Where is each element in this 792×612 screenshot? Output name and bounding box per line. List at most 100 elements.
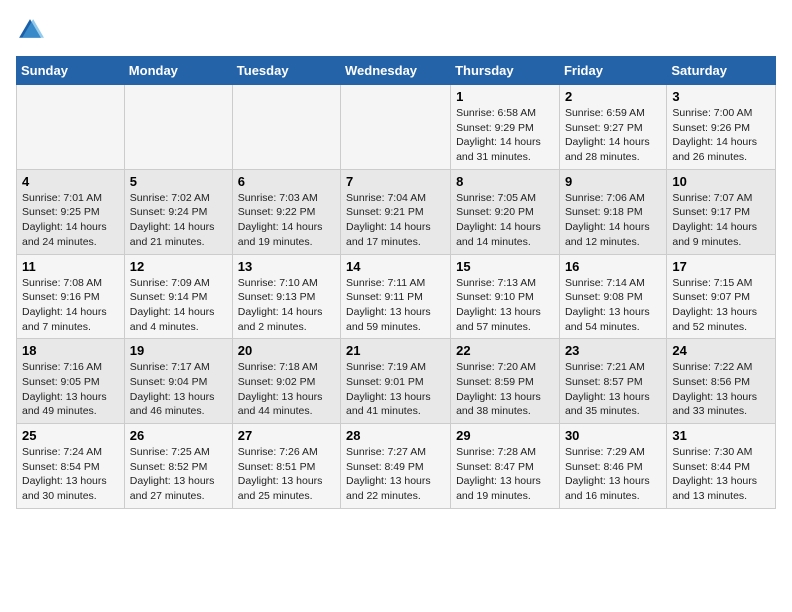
calendar-cell: 10 Sunrise: 7:07 AMSunset: 9:17 PMDayligh…: [667, 169, 776, 254]
day-number: 8: [456, 174, 554, 189]
calendar-cell: 7 Sunrise: 7:04 AMSunset: 9:21 PMDaylight…: [341, 169, 451, 254]
day-info: Sunrise: 7:24 AMSunset: 8:54 PMDaylight:…: [22, 445, 119, 504]
day-number: 7: [346, 174, 445, 189]
day-info: Sunrise: 7:22 AMSunset: 8:56 PMDaylight:…: [672, 360, 770, 419]
day-number: 11: [22, 259, 119, 274]
weekday-header-tuesday: Tuesday: [232, 57, 340, 85]
calendar-cell: 4 Sunrise: 7:01 AMSunset: 9:25 PMDaylight…: [17, 169, 125, 254]
weekday-header-wednesday: Wednesday: [341, 57, 451, 85]
day-info: Sunrise: 7:09 AMSunset: 9:14 PMDaylight:…: [130, 276, 227, 335]
calendar-cell: 26Sunrise: 7:25 AMSunset: 8:52 PMDayligh…: [124, 424, 232, 509]
page-header: [16, 16, 776, 44]
day-number: 12: [130, 259, 227, 274]
day-number: 13: [238, 259, 335, 274]
calendar-cell: 28Sunrise: 7:27 AMSunset: 8:49 PMDayligh…: [341, 424, 451, 509]
calendar-cell: 13 Sunrise: 7:10 AMSunset: 9:13 PMDayligh…: [232, 254, 340, 339]
calendar-cell: [341, 85, 451, 170]
day-info: Sunrise: 7:08 AMSunset: 9:16 PMDaylight:…: [22, 276, 119, 335]
day-number: 31: [672, 428, 770, 443]
day-number: 16: [565, 259, 661, 274]
weekday-header-sunday: Sunday: [17, 57, 125, 85]
day-number: 17: [672, 259, 770, 274]
day-info: Sunrise: 7:28 AMSunset: 8:47 PMDaylight:…: [456, 445, 554, 504]
calendar-cell: 15 Sunrise: 7:13 AMSunset: 9:10 PMDayligh…: [451, 254, 560, 339]
day-number: 1: [456, 89, 554, 104]
day-number: 21: [346, 343, 445, 358]
day-number: 19: [130, 343, 227, 358]
day-info: Sunrise: 7:13 AMSunset: 9:10 PMDaylight:…: [456, 276, 554, 335]
calendar-cell: 3 Sunrise: 7:00 AMSunset: 9:26 PMDaylight…: [667, 85, 776, 170]
day-info: Sunrise: 7:04 AMSunset: 9:21 PMDaylight:…: [346, 191, 445, 250]
day-number: 23: [565, 343, 661, 358]
weekday-header-thursday: Thursday: [451, 57, 560, 85]
day-info: Sunrise: 7:02 AMSunset: 9:24 PMDaylight:…: [130, 191, 227, 250]
day-number: 30: [565, 428, 661, 443]
calendar-cell: 2 Sunrise: 6:59 AMSunset: 9:27 PMDaylight…: [559, 85, 666, 170]
day-number: 10: [672, 174, 770, 189]
week-row-3: 11 Sunrise: 7:08 AMSunset: 9:16 PMDayligh…: [17, 254, 776, 339]
calendar-cell: 11 Sunrise: 7:08 AMSunset: 9:16 PMDayligh…: [17, 254, 125, 339]
day-info: Sunrise: 7:10 AMSunset: 9:13 PMDaylight:…: [238, 276, 335, 335]
day-number: 2: [565, 89, 661, 104]
week-row-5: 25 Sunrise: 7:24 AMSunset: 8:54 PMDayligh…: [17, 424, 776, 509]
day-info: Sunrise: 7:01 AMSunset: 9:25 PMDaylight:…: [22, 191, 119, 250]
calendar-cell: 5 Sunrise: 7:02 AMSunset: 9:24 PMDaylight…: [124, 169, 232, 254]
calendar-cell: 24Sunrise: 7:22 AMSunset: 8:56 PMDayligh…: [667, 339, 776, 424]
day-info: Sunrise: 7:03 AMSunset: 9:22 PMDaylight:…: [238, 191, 335, 250]
day-info: Sunrise: 7:16 AMSunset: 9:05 PMDaylight:…: [22, 360, 119, 419]
calendar-cell: 17 Sunrise: 7:15 AMSunset: 9:07 PMDayligh…: [667, 254, 776, 339]
weekday-header-monday: Monday: [124, 57, 232, 85]
day-info: Sunrise: 7:05 AMSunset: 9:20 PMDaylight:…: [456, 191, 554, 250]
calendar-cell: [232, 85, 340, 170]
calendar-cell: 25 Sunrise: 7:24 AMSunset: 8:54 PMDayligh…: [17, 424, 125, 509]
weekday-header-row: SundayMondayTuesdayWednesdayThursdayFrid…: [17, 57, 776, 85]
calendar-cell: 30Sunrise: 7:29 AMSunset: 8:46 PMDayligh…: [559, 424, 666, 509]
day-number: 29: [456, 428, 554, 443]
day-number: 3: [672, 89, 770, 104]
calendar-cell: [17, 85, 125, 170]
calendar-cell: 1Sunrise: 6:58 AMSunset: 9:29 PMDaylight…: [451, 85, 560, 170]
day-info: Sunrise: 7:27 AMSunset: 8:49 PMDaylight:…: [346, 445, 445, 504]
day-number: 4: [22, 174, 119, 189]
calendar-table: SundayMondayTuesdayWednesdayThursdayFrid…: [16, 56, 776, 509]
week-row-2: 4 Sunrise: 7:01 AMSunset: 9:25 PMDaylight…: [17, 169, 776, 254]
calendar-cell: 27 Sunrise: 7:26 AMSunset: 8:51 PMDayligh…: [232, 424, 340, 509]
calendar-cell: [124, 85, 232, 170]
day-info: Sunrise: 7:07 AMSunset: 9:17 PMDaylight:…: [672, 191, 770, 250]
day-info: Sunrise: 7:17 AMSunset: 9:04 PMDaylight:…: [130, 360, 227, 419]
day-number: 14: [346, 259, 445, 274]
day-info: Sunrise: 7:18 AMSunset: 9:02 PMDaylight:…: [238, 360, 335, 419]
logo: [16, 16, 48, 44]
calendar-cell: 20Sunrise: 7:18 AMSunset: 9:02 PMDayligh…: [232, 339, 340, 424]
calendar-cell: 6 Sunrise: 7:03 AMSunset: 9:22 PMDaylight…: [232, 169, 340, 254]
day-number: 25: [22, 428, 119, 443]
weekday-header-saturday: Saturday: [667, 57, 776, 85]
day-info: Sunrise: 6:59 AMSunset: 9:27 PMDaylight:…: [565, 106, 661, 165]
day-info: Sunrise: 7:11 AMSunset: 9:11 PMDaylight:…: [346, 276, 445, 335]
day-number: 15: [456, 259, 554, 274]
day-number: 9: [565, 174, 661, 189]
day-number: 27: [238, 428, 335, 443]
day-info: Sunrise: 7:21 AMSunset: 8:57 PMDaylight:…: [565, 360, 661, 419]
day-number: 6: [238, 174, 335, 189]
calendar-cell: 8 Sunrise: 7:05 AMSunset: 9:20 PMDaylight…: [451, 169, 560, 254]
day-info: Sunrise: 7:15 AMSunset: 9:07 PMDaylight:…: [672, 276, 770, 335]
calendar-cell: 21Sunrise: 7:19 AMSunset: 9:01 PMDayligh…: [341, 339, 451, 424]
calendar-cell: 16Sunrise: 7:14 AMSunset: 9:08 PMDayligh…: [559, 254, 666, 339]
calendar-cell: 9 Sunrise: 7:06 AMSunset: 9:18 PMDaylight…: [559, 169, 666, 254]
weekday-header-friday: Friday: [559, 57, 666, 85]
day-info: Sunrise: 7:20 AMSunset: 8:59 PMDaylight:…: [456, 360, 554, 419]
day-info: Sunrise: 7:06 AMSunset: 9:18 PMDaylight:…: [565, 191, 661, 250]
calendar-cell: 14 Sunrise: 7:11 AMSunset: 9:11 PMDayligh…: [341, 254, 451, 339]
week-row-1: 1Sunrise: 6:58 AMSunset: 9:29 PMDaylight…: [17, 85, 776, 170]
calendar-cell: 12 Sunrise: 7:09 AMSunset: 9:14 PMDayligh…: [124, 254, 232, 339]
calendar-cell: 18Sunrise: 7:16 AMSunset: 9:05 PMDayligh…: [17, 339, 125, 424]
week-row-4: 18Sunrise: 7:16 AMSunset: 9:05 PMDayligh…: [17, 339, 776, 424]
day-number: 5: [130, 174, 227, 189]
calendar-cell: 19 Sunrise: 7:17 AMSunset: 9:04 PMDayligh…: [124, 339, 232, 424]
calendar-cell: 31 Sunrise: 7:30 AMSunset: 8:44 PMDayligh…: [667, 424, 776, 509]
calendar-cell: 29 Sunrise: 7:28 AMSunset: 8:47 PMDayligh…: [451, 424, 560, 509]
day-info: Sunrise: 7:30 AMSunset: 8:44 PMDaylight:…: [672, 445, 770, 504]
day-info: Sunrise: 7:26 AMSunset: 8:51 PMDaylight:…: [238, 445, 335, 504]
day-info: Sunrise: 7:00 AMSunset: 9:26 PMDaylight:…: [672, 106, 770, 165]
